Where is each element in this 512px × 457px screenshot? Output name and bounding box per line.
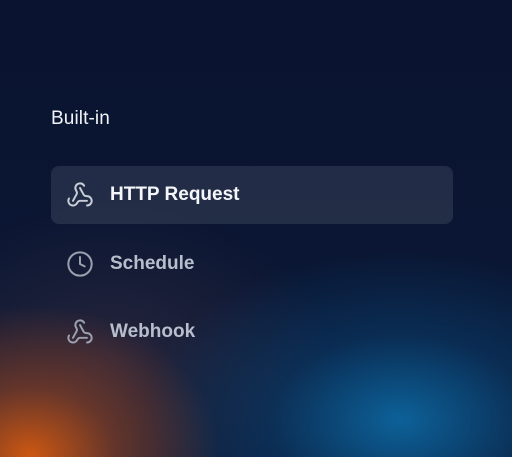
trigger-item-label: Webhook (110, 321, 196, 342)
clock-icon (65, 249, 95, 279)
webhook-icon (65, 180, 95, 210)
trigger-item-schedule[interactable]: Schedule (51, 235, 453, 293)
background-gradient (0, 0, 512, 457)
section-title: Built-in (51, 108, 110, 129)
trigger-item-webhook[interactable]: Webhook (51, 303, 453, 361)
trigger-item-label: HTTP Request (110, 184, 240, 205)
webhook-icon (65, 317, 95, 347)
trigger-item-http-request[interactable]: HTTP Request (51, 166, 453, 224)
trigger-item-label: Schedule (110, 253, 195, 274)
